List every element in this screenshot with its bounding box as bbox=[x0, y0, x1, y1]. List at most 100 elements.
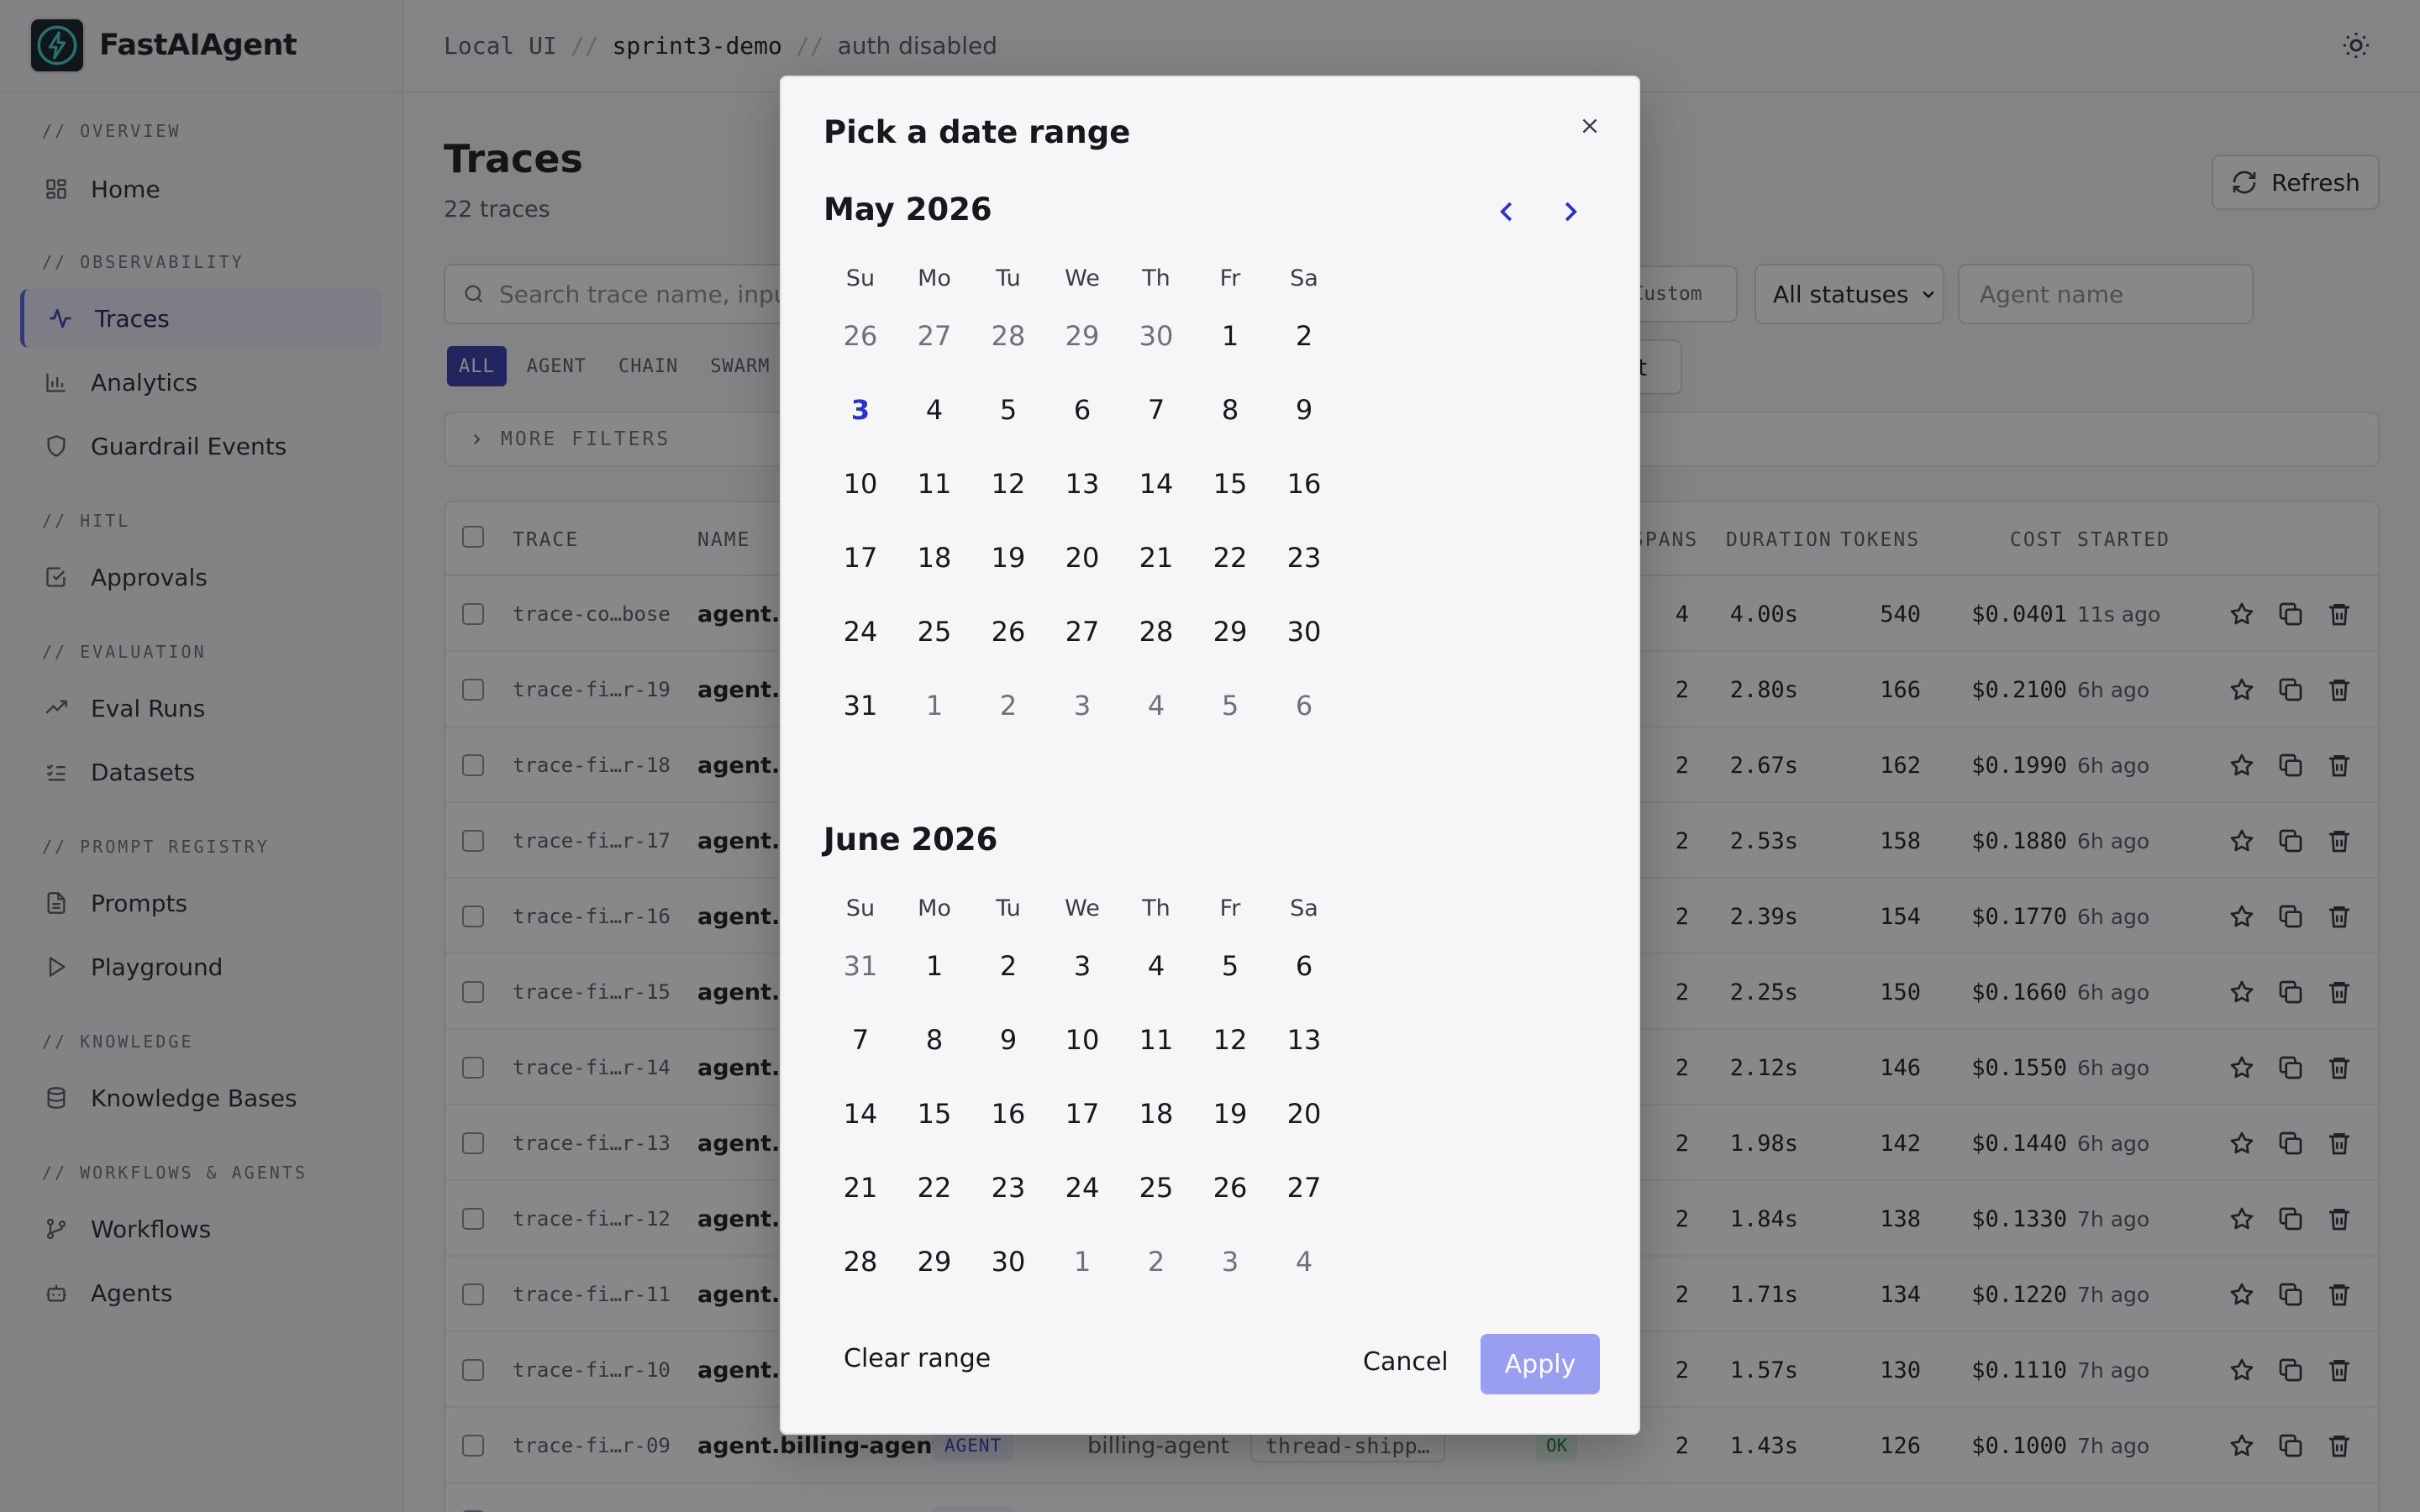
calendar-day[interactable]: 22 bbox=[897, 1172, 971, 1204]
calendar-day[interactable]: 30 bbox=[971, 1246, 1045, 1278]
calendar-day[interactable]: 1 bbox=[1045, 1246, 1119, 1278]
weekday-label: Tu bbox=[996, 895, 1021, 921]
calendar-day[interactable]: 4 bbox=[897, 394, 971, 426]
calendar-day[interactable]: 18 bbox=[897, 542, 971, 574]
calendar-day[interactable]: 26 bbox=[1193, 1172, 1267, 1204]
calendar-week: 24 25 26 27 28 29 30 bbox=[823, 595, 1341, 669]
calendar-day[interactable]: 5 bbox=[1193, 690, 1267, 722]
chevron-left-icon[interactable] bbox=[1491, 195, 1524, 228]
calendar-week: 10 11 12 13 14 15 16 bbox=[823, 447, 1341, 521]
calendar-day[interactable]: 25 bbox=[1119, 1172, 1193, 1204]
calendar-day[interactable]: 27 bbox=[897, 320, 971, 352]
weekday-label: Su bbox=[845, 265, 876, 291]
calendar-day[interactable]: 6 bbox=[1267, 950, 1341, 982]
calendar-day[interactable]: 24 bbox=[823, 616, 897, 648]
calendar-day[interactable]: 13 bbox=[1267, 1024, 1341, 1056]
calendar-day[interactable]: 9 bbox=[971, 1024, 1045, 1056]
calendar-day[interactable]: 23 bbox=[1267, 542, 1341, 574]
calendar-day[interactable]: 8 bbox=[897, 1024, 971, 1056]
calendar-day[interactable]: 11 bbox=[1119, 1024, 1193, 1056]
calendar-week: 26 27 28 29 30 1 2 bbox=[823, 299, 1341, 373]
calendar-day[interactable]: 13 bbox=[1045, 468, 1119, 500]
calendar-day[interactable]: 5 bbox=[1193, 950, 1267, 982]
calendar-day[interactable]: 1 bbox=[897, 950, 971, 982]
apply-button[interactable]: Apply bbox=[1481, 1334, 1600, 1394]
cancel-button[interactable]: Cancel bbox=[1363, 1347, 1449, 1377]
calendar-day[interactable]: 28 bbox=[823, 1246, 897, 1278]
calendar-day[interactable]: 10 bbox=[1045, 1024, 1119, 1056]
close-icon[interactable] bbox=[1573, 109, 1607, 143]
calendar-day[interactable]: 7 bbox=[1119, 394, 1193, 426]
calendar-day[interactable]: 21 bbox=[1119, 542, 1193, 574]
calendar-day[interactable]: 20 bbox=[1045, 542, 1119, 574]
calendar-day[interactable]: 30 bbox=[1119, 320, 1193, 352]
calendar-day[interactable]: 1 bbox=[1193, 320, 1267, 352]
calendar-day[interactable]: 29 bbox=[897, 1246, 971, 1278]
calendar-week: 7 8 9 10 11 12 13 bbox=[823, 1003, 1341, 1077]
weekday-label: Su bbox=[845, 895, 876, 921]
weekday-label: Tu bbox=[996, 265, 1021, 291]
calendar-day[interactable]: 10 bbox=[823, 468, 897, 500]
calendar-day[interactable]: 18 bbox=[1119, 1098, 1193, 1130]
calendar-day[interactable]: 2 bbox=[971, 950, 1045, 982]
calendar-day[interactable]: 4 bbox=[1119, 950, 1193, 982]
calendar-day[interactable]: 31 bbox=[823, 690, 897, 722]
calendar-day[interactable]: 29 bbox=[1045, 320, 1119, 352]
calendar-day[interactable]: 30 bbox=[1267, 616, 1341, 648]
calendar-day-today[interactable]: 3 bbox=[823, 394, 897, 426]
calendar-day[interactable]: 23 bbox=[971, 1172, 1045, 1204]
calendar-day[interactable]: 21 bbox=[823, 1172, 897, 1204]
calendar-day[interactable]: 25 bbox=[897, 616, 971, 648]
calendar-day[interactable]: 4 bbox=[1119, 690, 1193, 722]
calendar-week: 31 1 2 3 4 5 6 bbox=[823, 669, 1341, 743]
calendar-day[interactable]: 22 bbox=[1193, 542, 1267, 574]
calendar-day[interactable]: 26 bbox=[971, 616, 1045, 648]
calendar-day[interactable]: 3 bbox=[1193, 1246, 1267, 1278]
weekday-header: Su Mo Tu We Th Fr Sa bbox=[823, 887, 1341, 929]
calendar-day[interactable]: 24 bbox=[1045, 1172, 1119, 1204]
calendar-day[interactable]: 28 bbox=[1119, 616, 1193, 648]
calendar-day[interactable]: 31 bbox=[823, 950, 897, 982]
calendar-day[interactable]: 19 bbox=[971, 542, 1045, 574]
calendar-day[interactable]: 16 bbox=[1267, 468, 1341, 500]
calendar-day[interactable]: 16 bbox=[971, 1098, 1045, 1130]
weekday-label: Mo bbox=[918, 265, 951, 291]
calendar-day[interactable]: 15 bbox=[1193, 468, 1267, 500]
weekday-label: We bbox=[1065, 895, 1100, 921]
calendar-day[interactable]: 20 bbox=[1267, 1098, 1341, 1130]
calendar-day[interactable]: 17 bbox=[823, 542, 897, 574]
calendar-day[interactable]: 19 bbox=[1193, 1098, 1267, 1130]
calendar-day[interactable]: 6 bbox=[1045, 394, 1119, 426]
calendar-day[interactable]: 26 bbox=[823, 320, 897, 352]
calendar-day[interactable]: 12 bbox=[971, 468, 1045, 500]
calendar-day[interactable]: 15 bbox=[897, 1098, 971, 1130]
calendar-week: 21 22 23 24 25 26 27 bbox=[823, 1151, 1341, 1225]
weekday-label: Fr bbox=[1219, 895, 1241, 921]
calendar-day[interactable]: 4 bbox=[1267, 1246, 1341, 1278]
calendar-day[interactable]: 1 bbox=[897, 690, 971, 722]
calendar-day[interactable]: 14 bbox=[1119, 468, 1193, 500]
calendar-day[interactable]: 17 bbox=[1045, 1098, 1119, 1130]
calendar-day[interactable]: 12 bbox=[1193, 1024, 1267, 1056]
calendar-day[interactable]: 8 bbox=[1193, 394, 1267, 426]
chevron-right-icon[interactable] bbox=[1553, 195, 1586, 228]
calendar-day[interactable]: 6 bbox=[1267, 690, 1341, 722]
calendar-day[interactable]: 29 bbox=[1193, 616, 1267, 648]
calendar-day[interactable]: 27 bbox=[1045, 616, 1119, 648]
calendar-day[interactable]: 11 bbox=[897, 468, 971, 500]
calendar-day[interactable]: 2 bbox=[1119, 1246, 1193, 1278]
calendar-day[interactable]: 14 bbox=[823, 1098, 897, 1130]
calendar-day[interactable]: 9 bbox=[1267, 394, 1341, 426]
calendar-day[interactable]: 7 bbox=[823, 1024, 897, 1056]
calendar-day[interactable]: 2 bbox=[971, 690, 1045, 722]
month-title-may: May 2026 bbox=[823, 192, 992, 228]
weekday-label: Sa bbox=[1290, 265, 1318, 291]
calendar-june: Su Mo Tu We Th Fr Sa 31 1 2 3 4 5 6 7 8 9 10 11 12 13 14 15 16 1… bbox=[823, 887, 1341, 1299]
calendar-day[interactable]: 3 bbox=[1045, 950, 1119, 982]
calendar-day[interactable]: 28 bbox=[971, 320, 1045, 352]
calendar-day[interactable]: 27 bbox=[1267, 1172, 1341, 1204]
clear-range-button[interactable]: Clear range bbox=[844, 1344, 991, 1373]
calendar-day[interactable]: 3 bbox=[1045, 690, 1119, 722]
calendar-day[interactable]: 5 bbox=[971, 394, 1045, 426]
calendar-day[interactable]: 2 bbox=[1267, 320, 1341, 352]
